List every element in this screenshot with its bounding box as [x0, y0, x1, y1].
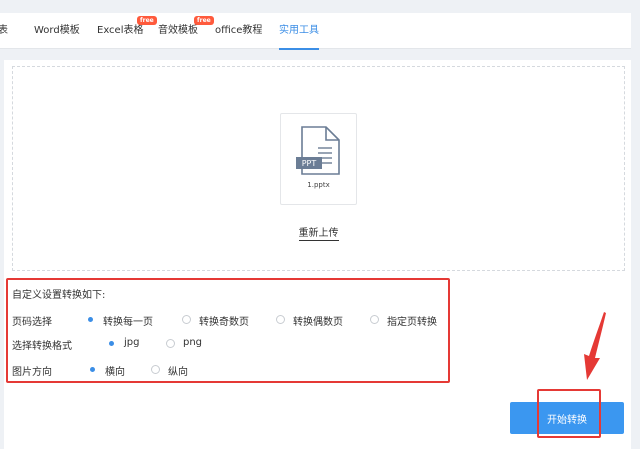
- reupload-link-wrap: 重新上传: [13, 224, 624, 241]
- settings-title: 自定义设置转换如下:: [12, 290, 106, 301]
- radio-button[interactable]: [370, 315, 379, 324]
- tab-sound-templates[interactable]: 音效模板: [158, 13, 198, 49]
- uploaded-file-card: PPT 1.pptx: [280, 113, 357, 205]
- tab-label: 音效模板: [158, 25, 198, 36]
- option-label: 转换奇数页: [199, 317, 249, 328]
- radio-button[interactable]: [166, 339, 175, 348]
- free-badge: free: [137, 16, 157, 25]
- option-label: 转换每一页: [103, 317, 153, 328]
- option-label: jpg: [124, 337, 140, 348]
- conversion-settings-box: 自定义设置转换如下: 页码选择 转换每一页 转换奇数页 转换偶数页 指定页转换 …: [6, 278, 450, 383]
- ppt-file-icon: PPT: [296, 126, 340, 175]
- red-arrow-icon: [584, 312, 606, 380]
- radio-button-selected[interactable]: [88, 365, 97, 374]
- tab-utilities[interactable]: 实用工具: [279, 13, 319, 50]
- tab-office-tutorials[interactable]: office教程: [215, 13, 262, 49]
- tab-label: Excel表格: [97, 25, 144, 36]
- option-label: 纵向: [168, 367, 188, 378]
- radio-button[interactable]: [276, 315, 285, 324]
- option-label: 横向: [105, 367, 125, 378]
- option-label: png: [183, 337, 203, 348]
- option-label: 转换偶数页: [293, 317, 343, 328]
- page-select-label: 页码选择: [12, 317, 52, 328]
- radio-button[interactable]: [151, 365, 160, 374]
- upload-dropzone[interactable]: PPT 1.pptx 重新上传: [12, 66, 625, 271]
- tab-label: Word模板: [34, 25, 80, 36]
- format-select-label: 选择转换格式: [12, 341, 72, 352]
- converter-panel: PPT 1.pptx 重新上传 自定义设置转换如下: 页码选择 转换每一页 转换…: [4, 60, 631, 449]
- reupload-link[interactable]: 重新上传: [298, 228, 339, 241]
- radio-button-selected[interactable]: [107, 339, 116, 348]
- radio-button-selected[interactable]: [86, 315, 95, 324]
- file-name: 1.pptx: [307, 181, 330, 189]
- tab-label: 图表: [0, 25, 8, 36]
- free-badge: free: [194, 16, 214, 25]
- tab-charts[interactable]: 图表: [0, 13, 8, 49]
- orientation-label: 图片方向: [12, 367, 52, 378]
- start-convert-button[interactable]: 开始转换: [510, 402, 624, 434]
- top-nav: 图表 Word模板 Excel表格 free 音效模板 free office教…: [0, 13, 631, 50]
- option-label: 指定页转换: [387, 317, 437, 328]
- tab-label: office教程: [215, 25, 263, 36]
- file-type-label: PPT: [302, 159, 317, 168]
- tab-label: 实用工具: [279, 25, 319, 36]
- tab-word-templates[interactable]: Word模板: [34, 13, 80, 49]
- radio-button[interactable]: [182, 315, 191, 324]
